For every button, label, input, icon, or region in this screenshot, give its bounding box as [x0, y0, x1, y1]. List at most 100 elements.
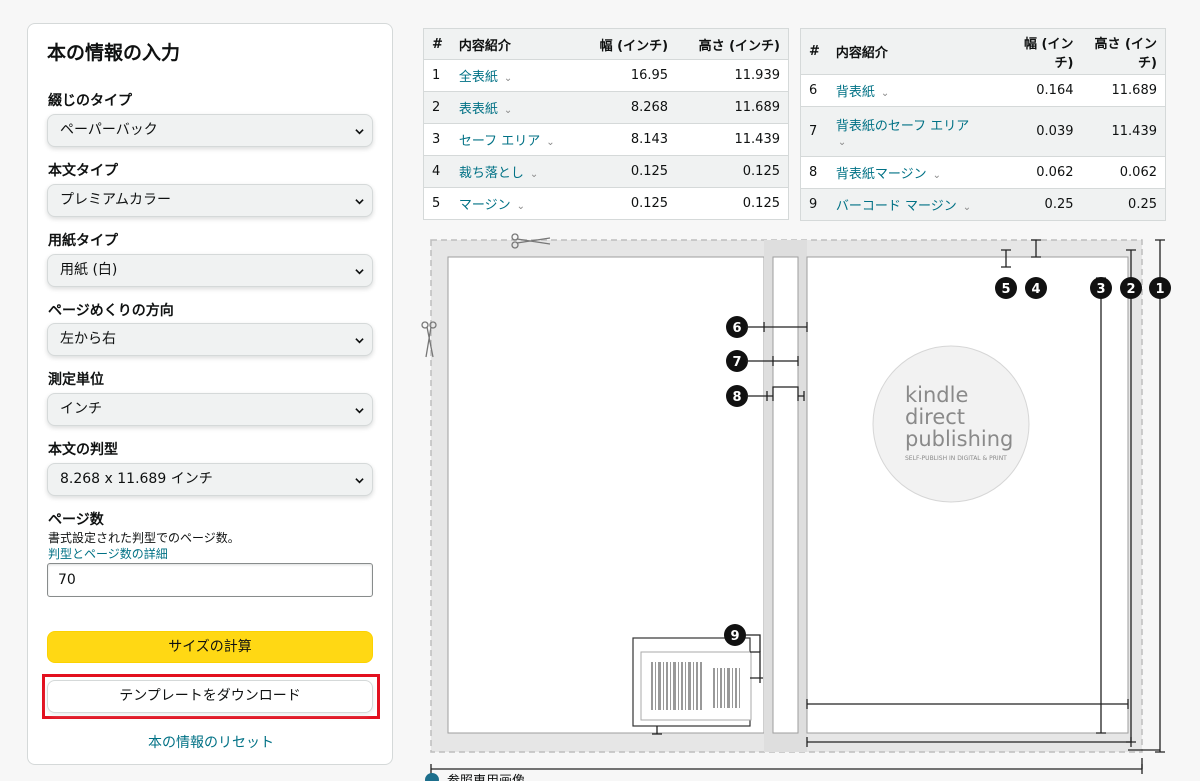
row-width: 0.25	[1011, 188, 1082, 221]
col-height: 高さ (インチ)	[1081, 28, 1166, 75]
chevron-down-icon	[355, 129, 364, 135]
spine-safe-area	[772, 256, 799, 734]
row-label[interactable]: 背表紙マージン ⌄	[827, 156, 1012, 189]
marker-3: 3	[1090, 277, 1112, 299]
row-width: 0.062	[1011, 156, 1082, 189]
row-label[interactable]: 全表紙 ⌄	[450, 59, 580, 92]
row-width: 0.039	[1011, 106, 1082, 157]
row-label[interactable]: 表表紙 ⌄	[450, 91, 580, 124]
svg-text:1: 1	[1155, 282, 1164, 297]
binding-label: 綴じのタイプ	[48, 93, 132, 109]
row-label[interactable]: 背表紙のセーフ エリア ⌄	[827, 106, 1012, 157]
paper-value: 用紙 (白)	[60, 262, 118, 278]
row-width: 0.125	[579, 155, 677, 188]
row-num: 7	[800, 106, 828, 157]
dimensions-table-right: # 内容紹介 幅 (インチ) 高さ (インチ) 6 背表紙 ⌄ 0.164 11.689…	[800, 28, 1166, 221]
marker-7: 7	[726, 350, 748, 372]
row-label[interactable]: 背表紙 ⌄	[827, 74, 1012, 107]
row-width: 0.164	[1011, 74, 1082, 107]
trim-label: 本文の判型	[48, 442, 118, 458]
row-label[interactable]: バーコード マージン ⌄	[827, 188, 1012, 221]
col-desc: 内容紹介	[450, 28, 580, 60]
row-label-text: マージン	[458, 198, 511, 213]
table-row: 9 バーコード マージン ⌄ 0.25 0.25	[800, 188, 1166, 221]
marker-9: 9	[724, 624, 746, 646]
row-width: 16.95	[579, 59, 677, 92]
row-label-text: 全表紙	[458, 70, 498, 85]
paper-label: 用紙タイプ	[48, 233, 118, 249]
svg-text:5: 5	[1001, 282, 1010, 297]
col-height: 高さ (インチ)	[676, 28, 789, 60]
row-num: 8	[800, 156, 828, 189]
row-label-text: 背表紙マージン	[835, 167, 927, 182]
pages-label: ページ数	[48, 512, 104, 528]
svg-text:6: 6	[732, 321, 741, 336]
table-row: 8 背表紙マージン ⌄ 0.062 0.062	[800, 156, 1166, 189]
table-row: 1 全表紙 ⌄ 16.95 11.939	[423, 59, 789, 92]
row-width: 0.125	[579, 187, 677, 220]
unit-value: インチ	[60, 401, 102, 417]
col-width: 幅 (インチ)	[1011, 28, 1082, 75]
chevron-down-icon: ⌄	[932, 170, 942, 181]
row-num: 6	[800, 74, 828, 107]
col-num: #	[800, 28, 828, 75]
marker-4: 4	[1025, 277, 1047, 299]
row-num: 3	[423, 123, 451, 156]
row-label[interactable]: セーフ エリア ⌄	[450, 123, 580, 156]
page-count-input[interactable]: 70	[47, 563, 373, 597]
direction-select[interactable]: 左から右	[47, 323, 373, 356]
row-height: 0.25	[1081, 188, 1166, 221]
row-num: 9	[800, 188, 828, 221]
logo-line-1: kindle	[905, 383, 968, 407]
reference-note-text: 参照専用画像	[447, 770, 525, 781]
row-label-text: 背表紙のセーフ エリア	[835, 118, 970, 134]
download-template-button[interactable]: テンプレートをダウンロード	[47, 680, 373, 713]
table-row: 3 セーフ エリア ⌄ 8.143 11.439	[423, 123, 789, 156]
cover-template-diagram: kindle direct publishing SELF-PUBLISH IN…	[421, 233, 1171, 774]
table-row: 4 裁ち落とし ⌄ 0.125 0.125	[423, 155, 789, 188]
binding-value: ペーパーバック	[60, 122, 158, 138]
direction-value: 左から右	[60, 331, 116, 347]
reset-link[interactable]: 本の情報のリセット	[28, 732, 394, 752]
row-height: 11.689	[676, 91, 789, 124]
row-label-text: 背表紙	[835, 85, 875, 100]
paper-select[interactable]: 用紙 (白)	[47, 254, 373, 287]
row-label-text: セーフ エリア	[458, 134, 541, 149]
chevron-down-icon	[355, 408, 364, 414]
logo-line-3: publishing	[905, 427, 1013, 451]
trim-value: 8.268 x 11.689 インチ	[60, 471, 213, 487]
book-info-panel: 本の情報の入力 綴じのタイプ ペーパーバック 本文タイプ プレミアムカラー 用紙…	[27, 23, 393, 765]
marker-1: 1	[1149, 277, 1171, 299]
binding-select[interactable]: ペーパーバック	[47, 114, 373, 147]
info-icon	[425, 772, 439, 781]
dimensions-table-left: # 内容紹介 幅 (インチ) 高さ (インチ) 1 全表紙 ⌄ 16.95 11.939…	[423, 28, 789, 220]
row-height: 11.689	[1081, 74, 1166, 107]
row-width: 8.143	[579, 123, 677, 156]
row-label[interactable]: 裁ち落とし ⌄	[450, 155, 580, 188]
row-height: 11.439	[676, 123, 789, 156]
pages-details-link[interactable]: 判型とページ数の詳細	[48, 545, 168, 562]
trim-select[interactable]: 8.268 x 11.689 インチ	[47, 463, 373, 496]
interior-value: プレミアムカラー	[60, 192, 172, 208]
row-height: 0.125	[676, 187, 789, 220]
direction-label: ページめくりの方向	[48, 303, 174, 319]
table-row: 7 背表紙のセーフ エリア ⌄ 0.039 11.439	[800, 106, 1166, 157]
row-height: 11.939	[676, 59, 789, 92]
logo-tagline: SELF-PUBLISH IN DIGITAL & PRINT	[905, 455, 1007, 462]
row-label-text: 表表紙	[458, 102, 498, 117]
row-width: 8.268	[579, 91, 677, 124]
unit-label: 測定単位	[48, 372, 104, 388]
unit-select[interactable]: インチ	[47, 393, 373, 426]
row-height: 11.439	[1081, 106, 1166, 157]
chevron-down-icon	[355, 269, 364, 275]
row-label[interactable]: マージン ⌄	[450, 187, 580, 220]
row-num: 5	[423, 187, 451, 220]
col-num: #	[423, 28, 451, 60]
chevron-down-icon: ⌄	[503, 105, 513, 116]
page: 本の情報の入力 綴じのタイプ ペーパーバック 本文タイプ プレミアムカラー 用紙…	[0, 0, 1200, 781]
calculate-size-button[interactable]: サイズの計算	[47, 631, 373, 663]
interior-select[interactable]: プレミアムカラー	[47, 184, 373, 217]
interior-label: 本文タイプ	[48, 163, 118, 179]
row-height: 0.125	[676, 155, 789, 188]
row-label-text: バーコード マージン	[835, 199, 957, 214]
